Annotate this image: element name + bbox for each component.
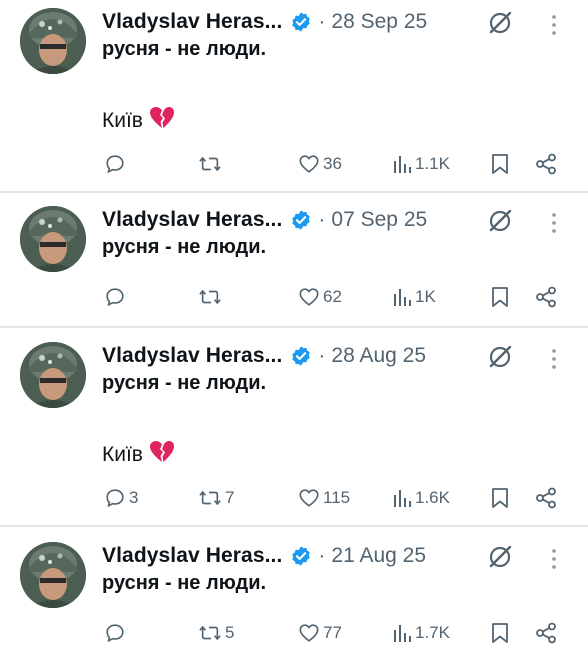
views-count: 1K bbox=[415, 287, 436, 306]
city-text: Київ bbox=[102, 109, 143, 132]
like-count: 77 bbox=[323, 623, 342, 642]
tweet-header: Vladyslav Heras... · 07 Sep 25 bbox=[102, 206, 427, 234]
divider bbox=[0, 525, 588, 527]
share-button[interactable] bbox=[535, 282, 557, 312]
tweet-header: Vladyslav Heras... · 28 Sep 25 bbox=[102, 8, 427, 36]
share-button[interactable] bbox=[535, 483, 557, 513]
repost-button[interactable]: 7 bbox=[198, 483, 234, 513]
more-icon[interactable] bbox=[548, 546, 560, 572]
like-count: 62 bbox=[323, 287, 342, 306]
author-name[interactable]: Vladyslav Heras... bbox=[102, 10, 282, 34]
more-icon[interactable] bbox=[548, 210, 560, 236]
bookmark-button[interactable] bbox=[490, 483, 510, 513]
separator: · bbox=[318, 208, 326, 231]
like-count: 115 bbox=[323, 488, 351, 507]
action-bar: 3 7 115 1.6K bbox=[0, 483, 588, 513]
like-button[interactable]: 115 bbox=[298, 483, 350, 513]
like-count: 36 bbox=[323, 154, 342, 173]
author-name[interactable]: Vladyslav Heras... bbox=[102, 544, 282, 568]
avatar[interactable] bbox=[20, 542, 86, 608]
avatar[interactable] bbox=[20, 342, 86, 408]
avatar[interactable] bbox=[20, 8, 86, 74]
verified-icon bbox=[290, 345, 312, 367]
views-count: 1.1K bbox=[415, 154, 450, 173]
verified-icon bbox=[290, 209, 312, 231]
reply-button[interactable]: 3 bbox=[104, 483, 138, 513]
divider bbox=[0, 191, 588, 193]
tweet-date[interactable]: 28 Sep 25 bbox=[331, 10, 427, 34]
bookmark-button[interactable] bbox=[490, 282, 510, 312]
separator: · bbox=[318, 10, 326, 33]
tweet-text: русня - не люди. bbox=[102, 572, 267, 594]
tweet-date[interactable]: 21 Aug 25 bbox=[331, 544, 426, 568]
action-bar: 62 1K bbox=[0, 282, 588, 312]
like-button[interactable]: 62 bbox=[298, 282, 342, 312]
broken-heart-icon bbox=[149, 440, 175, 470]
grok-icon[interactable] bbox=[487, 344, 513, 370]
views-button[interactable]: 1.1K bbox=[392, 149, 450, 179]
verified-icon bbox=[290, 545, 312, 567]
reply-button[interactable] bbox=[104, 149, 129, 179]
repost-count: 7 bbox=[225, 488, 235, 507]
grok-icon[interactable] bbox=[487, 10, 513, 36]
broken-heart-icon bbox=[149, 106, 175, 136]
like-button[interactable]: 36 bbox=[298, 149, 342, 179]
author-name[interactable]: Vladyslav Heras... bbox=[102, 344, 282, 368]
tweet-text-line2: Київ bbox=[102, 440, 175, 470]
tweet-text: русня - не люди. bbox=[102, 38, 267, 60]
verified-icon bbox=[290, 11, 312, 33]
more-icon[interactable] bbox=[548, 12, 560, 38]
tweet-header: Vladyslav Heras... · 28 Aug 25 bbox=[102, 342, 426, 370]
views-button[interactable]: 1.6K bbox=[392, 483, 450, 513]
views-count: 1.7K bbox=[415, 623, 450, 642]
tweet-text: русня - не люди. bbox=[102, 372, 267, 394]
tweet-date[interactable]: 28 Aug 25 bbox=[331, 344, 426, 368]
grok-icon[interactable] bbox=[487, 544, 513, 570]
tweet-header: Vladyslav Heras... · 21 Aug 25 bbox=[102, 542, 426, 570]
views-count: 1.6K bbox=[415, 488, 450, 507]
tweet-text-line2: Київ bbox=[102, 106, 175, 136]
repost-button[interactable] bbox=[198, 149, 225, 179]
action-bar: 36 1.1K bbox=[0, 149, 588, 179]
avatar[interactable] bbox=[20, 206, 86, 272]
grok-icon[interactable] bbox=[487, 208, 513, 234]
separator: · bbox=[318, 344, 326, 367]
tweet-date[interactable]: 07 Sep 25 bbox=[331, 208, 427, 232]
repost-button[interactable] bbox=[198, 282, 225, 312]
bookmark-button[interactable] bbox=[490, 149, 510, 179]
divider bbox=[0, 326, 588, 328]
tweet-text: русня - не люди. bbox=[102, 236, 267, 258]
share-button[interactable] bbox=[535, 149, 557, 179]
separator: · bbox=[318, 544, 326, 567]
views-button[interactable]: 1K bbox=[392, 282, 436, 312]
author-name[interactable]: Vladyslav Heras... bbox=[102, 208, 282, 232]
more-icon[interactable] bbox=[548, 346, 560, 372]
city-text: Київ bbox=[102, 443, 143, 466]
reply-count: 3 bbox=[129, 488, 139, 507]
repost-count: 5 bbox=[225, 623, 235, 642]
reply-button[interactable] bbox=[104, 282, 129, 312]
